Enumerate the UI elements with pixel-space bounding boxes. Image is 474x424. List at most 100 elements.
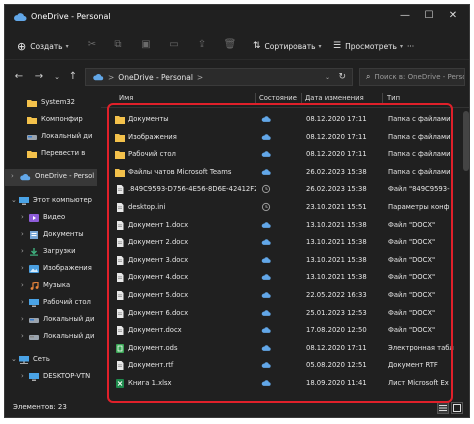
forward-icon[interactable]: →	[31, 69, 47, 85]
file-row[interactable]: Документ 2.docx 13.10.2021 15:38 Файл "DOC…	[101, 234, 469, 252]
chevron-right-icon[interactable]: ›	[21, 213, 24, 221]
document-file-icon	[117, 255, 124, 265]
minimize-button[interactable]: —	[393, 5, 417, 29]
tiles-view-button[interactable]	[451, 402, 463, 414]
cloud-status-icon	[261, 151, 271, 158]
sidebar-item-local-disk-d[interactable]: › Локальный ди	[5, 329, 97, 346]
refresh-icon[interactable]: ↻	[338, 72, 346, 82]
sidebar-item-this-pc[interactable]: ⌄ Этот компьютер	[5, 193, 97, 210]
file-type: Параметры конф	[388, 203, 450, 211]
address-path: OneDrive - Personal	[118, 72, 193, 82]
address-bar[interactable]: > OneDrive - Personal > ⌄ ↻	[85, 68, 353, 86]
column-status[interactable]: Состояние	[259, 94, 297, 102]
chevron-down-icon[interactable]: ⌄	[11, 355, 17, 363]
chevron-right-icon[interactable]: ›	[21, 247, 24, 255]
delete-icon[interactable]: 🗑	[223, 38, 237, 52]
file-row[interactable]: Рабочий стол 08.12.2020 17:11 Папка с файл…	[101, 146, 469, 164]
chevron-down-icon: ▾	[318, 42, 322, 50]
sidebar-item-kompon[interactable]: Компонфир	[5, 112, 97, 129]
column-date[interactable]: Дата изменения	[305, 94, 364, 102]
file-row[interactable]: Файлы чатов Microsoft Teams 26.02.2023 15…	[101, 164, 469, 182]
file-row[interactable]: Документ 6.docx 25.01.2023 12:53 Файл "DOC…	[101, 305, 469, 323]
view-button[interactable]: ☰ Просмотреть ▾	[333, 38, 403, 54]
desktop-icon	[29, 299, 39, 307]
file-name: Документ 5.docx	[128, 291, 189, 299]
cloud-status-icon	[261, 257, 271, 263]
chevron-down-icon[interactable]: ⌄	[11, 196, 17, 204]
sidebar-item-downloads[interactable]: › Загрузки	[5, 244, 97, 261]
cut-icon[interactable]: ✂	[85, 38, 99, 52]
cloud-icon	[20, 173, 31, 181]
sidebar-item-desktop-pc[interactable]: › DESKTOP-VTN	[5, 369, 97, 386]
file-row[interactable]: Документ 5.docx 22.05.2022 16:33 Файл "DOC…	[101, 287, 469, 305]
document-file-icon	[117, 326, 124, 336]
sidebar-item-local-disk-c[interactable]: › Локальный ди	[5, 312, 97, 329]
file-row[interactable]: Документ.ods 08.12.2020 17:11 Электронная …	[101, 340, 469, 358]
column-type[interactable]: Тип	[387, 94, 400, 102]
chevron-right-icon[interactable]: ›	[21, 264, 24, 272]
chevron-right-icon[interactable]: ›	[21, 298, 24, 306]
file-row[interactable]: Документ 4.docx 13.10.2021 15:38 Файл "DOC…	[101, 269, 469, 287]
chevron-right-icon[interactable]: ›	[21, 372, 24, 380]
chevron-right-icon[interactable]: ›	[21, 315, 24, 323]
sidebar-item-pictures[interactable]: › Изображения	[5, 261, 97, 278]
copy-icon[interactable]: ⧉	[111, 38, 125, 52]
chevron-right-icon[interactable]: ›	[11, 172, 14, 180]
file-date: 08.12.2020 17:11	[306, 132, 367, 141]
drive-icon	[29, 318, 39, 323]
column-name[interactable]: Имя	[119, 94, 133, 102]
cloud-icon	[14, 13, 27, 21]
file-name: Документ 3.docx	[128, 255, 189, 264]
file-name: Книга 1.xlsx	[128, 379, 172, 387]
chevron-right-icon[interactable]: ›	[21, 230, 24, 238]
scrollbar-thumb[interactable]	[463, 111, 469, 171]
sidebar-item-local-disk[interactable]: Локальный ди	[5, 129, 97, 146]
sidebar-item-video[interactable]: › Видео	[5, 210, 97, 227]
file-row[interactable]: Документ.rtf 05.08.2020 12:51 Документ RTF	[101, 357, 469, 375]
sidebar-item-music[interactable]: › Музыка	[5, 278, 97, 295]
spreadsheet-file-icon	[116, 343, 124, 353]
close-button[interactable]: ✕	[441, 5, 465, 29]
sidebar-item-documents[interactable]: › Документы	[5, 227, 97, 244]
file-date: 22.05.2022 16:33	[306, 291, 367, 299]
maximize-button[interactable]: ☐	[417, 5, 441, 29]
file-row[interactable]: Документ 1.docx 13.10.2021 15:38 Файл "DOC…	[101, 217, 469, 235]
file-row[interactable]: Изображения 08.12.2020 17:11 Папка с файла…	[101, 129, 469, 147]
share-icon[interactable]: ⇪	[195, 38, 209, 52]
chevron-down-icon[interactable]: ⌄	[49, 69, 65, 85]
folder-icon	[27, 100, 37, 107]
file-type: Файл "DOCX"	[388, 326, 436, 335]
column-divider	[301, 93, 302, 105]
file-list: Имя Состояние Дата изменения Тип Докумен…	[101, 91, 469, 393]
sort-button[interactable]: ⇅ Сортировать ▾	[253, 38, 322, 54]
chevron-right-icon[interactable]: ›	[21, 281, 24, 289]
cloud-icon	[93, 73, 104, 81]
sidebar-item-system32[interactable]: System32	[5, 95, 97, 112]
file-type: Файл "DOCX"	[388, 291, 436, 299]
file-row[interactable]: Документ 3.docx 13.10.2021 15:38 Файл "DOC…	[101, 252, 469, 270]
paste-icon[interactable]: ▣	[139, 38, 153, 52]
chevron-right-icon[interactable]: ›	[21, 332, 24, 340]
sidebar-item-onedrive[interactable]: › OneDrive - Persol	[5, 169, 97, 186]
rename-icon[interactable]: ▭	[167, 38, 181, 52]
up-icon[interactable]: ↑	[65, 69, 81, 85]
file-row[interactable]: Книга 1.xlsx 18.09.2020 11:41 Лист Microso…	[101, 375, 469, 393]
back-icon[interactable]: ←	[11, 69, 27, 85]
create-button[interactable]: ⊕ Создать ▾	[17, 38, 69, 54]
file-row[interactable]: Документы 08.12.2020 17:11 Папка с файлами	[101, 111, 469, 129]
view-icon: ☰	[333, 41, 342, 51]
cloud-status-icon	[261, 309, 271, 316]
more-button[interactable]: ···	[407, 38, 414, 54]
chevron-down-icon[interactable]: ⌄	[325, 74, 330, 81]
sidebar-item-network[interactable]: ⌄ Сеть	[5, 352, 97, 369]
sidebar-item-perevesti[interactable]: Перевести в	[5, 146, 97, 163]
item-count: Элементов: 23	[13, 403, 67, 411]
file-row[interactable]: .849C9593-D756-4E56-8D6E-42412F2A707B 26.…	[101, 181, 469, 199]
file-row[interactable]: Документ.docx 17.08.2020 12:50 Файл "DOCX"	[101, 322, 469, 340]
cloud-status-icon	[261, 327, 271, 334]
search-box[interactable]: ⌕ Поиск в: OneDrive - Personal	[359, 68, 465, 86]
details-view-button[interactable]	[437, 402, 449, 414]
sync-status-icon	[261, 202, 271, 212]
file-row[interactable]: desktop.ini 23.10.2021 15:51 Параметры кон…	[101, 199, 469, 217]
sidebar-item-desktop[interactable]: › Рабочий стол	[5, 295, 97, 312]
